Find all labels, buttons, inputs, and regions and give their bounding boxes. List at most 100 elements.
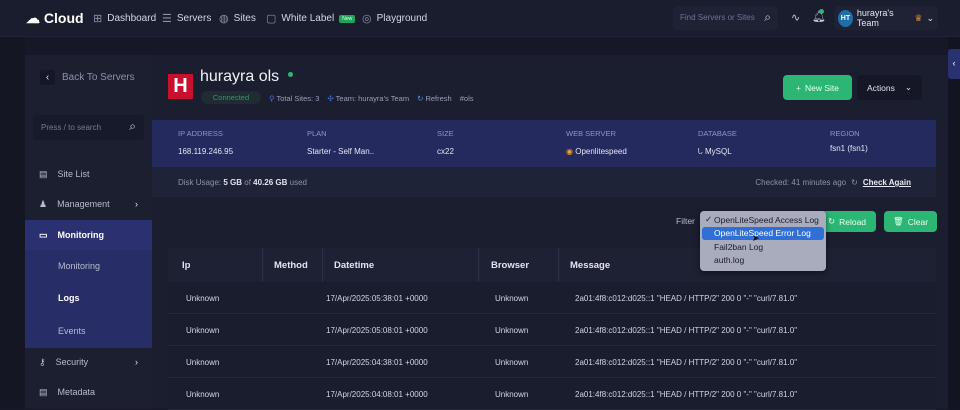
logo[interactable]: ☁ Cloud xyxy=(26,10,84,27)
back-to-servers-link[interactable]: ‹ Back To Servers xyxy=(40,70,135,85)
white-label-icon: ▢ xyxy=(266,13,277,25)
nav-servers[interactable]: ☰ Servers xyxy=(162,12,211,25)
column-divider xyxy=(322,248,323,282)
search-icon[interactable]: ⌕ xyxy=(764,10,771,25)
log-filter-dropdown[interactable]: ✓ OpenLiteSpeed Access Log OpenLiteSpeed … xyxy=(700,211,826,271)
mysql-icon: ᘂ xyxy=(698,147,703,156)
global-search-input[interactable]: Find Servers or Sites ⌕ xyxy=(673,6,778,30)
cell-browser: Unknown xyxy=(495,357,529,367)
nav-dashboard[interactable]: ⊞ Dashboard xyxy=(93,12,156,25)
nav-white-label[interactable]: ▢ White Label New xyxy=(266,12,356,25)
web-server-value: ◉ Openlitespeed xyxy=(566,147,627,156)
team-switcher[interactable]: HT hurayra's Team ♛ ⌄ xyxy=(834,6,938,30)
checkmark-icon: ✓ xyxy=(705,214,713,225)
dashboard-icon: ⊞ xyxy=(93,13,103,25)
sidebar: ‹ Back To Servers Press / to search ⌕ ▤ Sit… xyxy=(25,55,152,409)
plan-label: PLAN xyxy=(307,129,327,138)
cell-datetime: 17/Apr/2025:05:38:01 +0000 xyxy=(326,293,428,303)
search-icon: ⌕ xyxy=(129,119,136,133)
filter-label: Filter xyxy=(676,216,695,226)
column-divider xyxy=(478,248,479,282)
column-divider xyxy=(558,248,559,282)
cell-ip: Unknown xyxy=(186,325,220,335)
server-provider-logo: H xyxy=(168,74,193,99)
chevron-right-icon: › xyxy=(135,357,138,367)
openlitespeed-icon: ◉ xyxy=(566,147,573,156)
collapse-panel-button[interactable]: ‹ xyxy=(948,49,960,79)
cell-datetime: 17/Apr/2025:05:08:01 +0000 xyxy=(326,325,428,335)
checked-time: Checked: 41 minutes ago xyxy=(755,178,847,187)
avatar: HT xyxy=(838,9,853,27)
table-row: Unknown 17/Apr/2025:04:08:01 +0000 Unknown… xyxy=(168,378,936,410)
team-info: ✣ Team: hurayra's Team xyxy=(327,94,410,103)
left-gutter xyxy=(0,37,25,409)
site-list-icon: ▤ xyxy=(39,168,48,179)
sidebar-sub-monitoring[interactable]: Monitoring xyxy=(25,251,152,281)
sidebar-item-security[interactable]: ⚷ Security › xyxy=(25,347,152,377)
reload-button[interactable]: ↻ Reload xyxy=(818,211,876,232)
option-fail2ban-log[interactable]: Fail2ban Log xyxy=(702,240,824,254)
new-site-button[interactable]: + New Site xyxy=(783,75,852,100)
right-gutter: ‹ xyxy=(948,37,960,409)
cell-datetime: 17/Apr/2025:04:08:01 +0000 xyxy=(326,389,428,399)
option-ols-error-log[interactable]: OpenLiteSpeed Error Log ➤ xyxy=(702,226,824,243)
ip-label: IP ADDRESS xyxy=(178,129,223,138)
cell-datetime: 17/Apr/2025:04:38:01 +0000 xyxy=(326,357,428,367)
sidebar-sub-events[interactable]: Events xyxy=(25,316,152,346)
nav-sites[interactable]: ◍ Sites xyxy=(219,12,256,25)
online-dot xyxy=(288,72,293,77)
sidebar-search-input[interactable]: Press / to search ⌕ xyxy=(33,115,144,140)
sidebar-item-monitoring[interactable]: ▭ Monitoring xyxy=(25,220,152,250)
monitor-icon: ▭ xyxy=(39,229,48,240)
notification-dot xyxy=(819,9,824,14)
table-row: Unknown 17/Apr/2025:05:08:01 +0000 Unknown… xyxy=(168,314,936,346)
sidebar-item-metadata[interactable]: ▤ Metadata xyxy=(25,377,152,407)
cloud-logo-icon: ☁ xyxy=(26,10,44,26)
key-icon: ⚷ xyxy=(39,356,46,367)
column-browser: Browser xyxy=(491,259,530,271)
activity-icon[interactable]: ∿ xyxy=(791,11,800,24)
sidebar-sub-logs[interactable]: Logs xyxy=(25,283,152,313)
cell-browser: Unknown xyxy=(495,325,529,335)
sites-icon: ⚲ xyxy=(269,94,275,103)
table-row: Unknown 17/Apr/2025:04:38:01 +0000 Unknown… xyxy=(168,346,936,378)
chevron-down-icon: ⌄ xyxy=(904,82,912,92)
reload-icon: ↻ xyxy=(827,216,836,226)
chevron-down-icon: ⌄ xyxy=(926,12,934,23)
region-label: REGION xyxy=(830,129,860,138)
ip-value: 168.119.246.95 xyxy=(178,147,234,156)
column-datetime: Datetime xyxy=(334,259,375,271)
web-server-label: WEB SERVER xyxy=(566,129,616,138)
cell-message: 2a01:4f8:c012:d025::1 "HEAD / HTTP/2" 20… xyxy=(575,293,798,303)
column-ip: Ip xyxy=(182,259,191,271)
check-again-link[interactable]: Check Again xyxy=(863,178,911,187)
cell-message: 2a01:4f8:c012:d025::1 "HEAD / HTTP/2" 20… xyxy=(575,357,798,367)
option-ols-access-log[interactable]: ✓ OpenLiteSpeed Access Log xyxy=(702,213,824,227)
refresh-link[interactable]: ↻ Refresh xyxy=(417,94,452,103)
table-row: Unknown 17/Apr/2025:05:38:01 +0000 Unknown… xyxy=(168,282,936,314)
sidebar-item-site-list[interactable]: ▤ Site List xyxy=(25,159,152,189)
metadata-icon: ▤ xyxy=(39,386,48,397)
sidebar-item-management[interactable]: ♟ Management › xyxy=(25,189,152,219)
server-info-panel: IP ADDRESS 168.119.246.95 PLAN Starter -… xyxy=(152,120,936,167)
column-method: Method xyxy=(274,259,308,271)
crown-icon: ♛ xyxy=(914,12,923,23)
database-value: ᘂ MySQL xyxy=(698,147,732,156)
chevron-right-icon: › xyxy=(135,199,138,209)
chevron-left-icon: ‹ xyxy=(40,70,55,85)
size-value: cx22 xyxy=(437,147,454,156)
cell-message: 2a01:4f8:c012:d025::1 "HEAD / HTTP/2" 20… xyxy=(575,389,798,399)
actions-dropdown[interactable]: Actions ⌄ xyxy=(857,75,922,100)
column-message: Message xyxy=(570,259,611,271)
bell-icon[interactable]: 🔔︎ xyxy=(812,9,826,23)
size-label: SIZE xyxy=(437,129,454,138)
management-icon: ♟ xyxy=(39,198,48,209)
cell-message: 2a01:4f8:c012:d025::1 "HEAD / HTTP/2" 20… xyxy=(575,325,798,335)
column-divider xyxy=(262,248,263,282)
cell-browser: Unknown xyxy=(495,389,529,399)
clear-button[interactable]: 🗑︎ Clear xyxy=(884,211,937,232)
cell-ip: Unknown xyxy=(186,389,220,399)
option-auth-log[interactable]: auth.log xyxy=(702,254,824,268)
cell-ip: Unknown xyxy=(186,293,220,303)
nav-playground[interactable]: ◎ Playground xyxy=(362,12,427,25)
